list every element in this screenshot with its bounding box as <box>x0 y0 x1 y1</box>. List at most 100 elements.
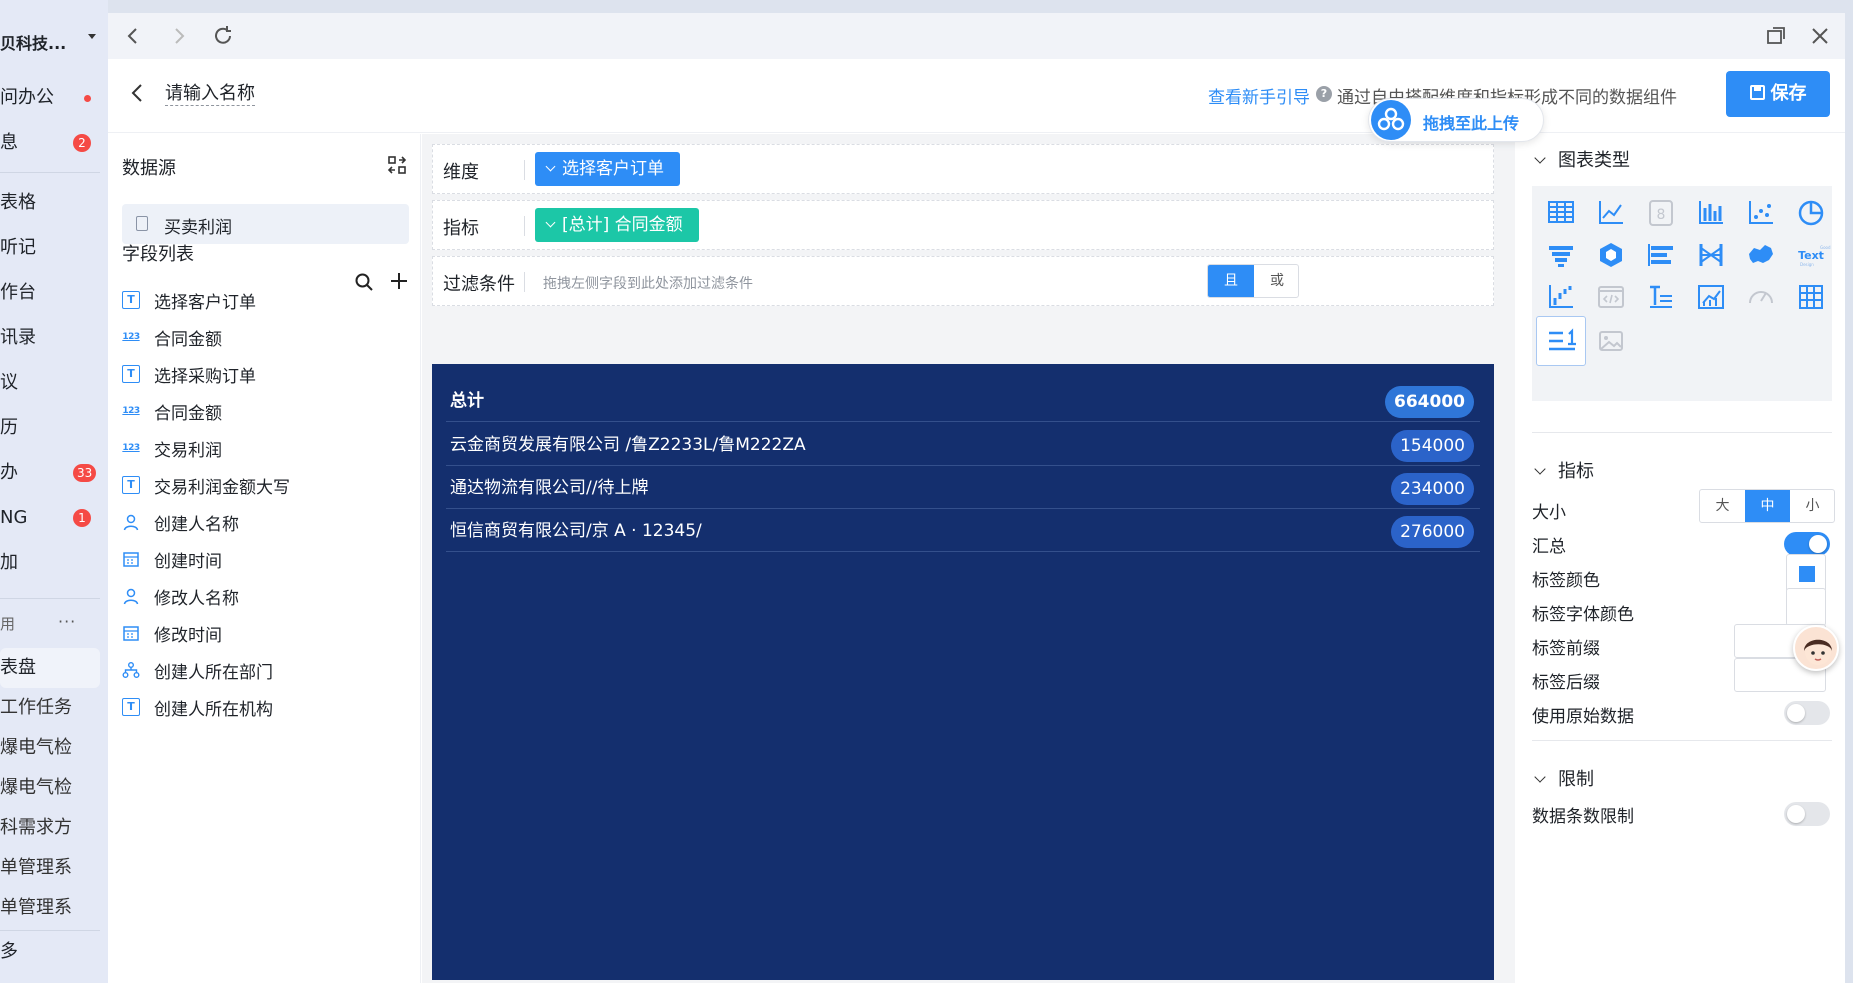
browser-toolbar <box>108 13 1845 59</box>
guide-link[interactable]: 查看新手引导 <box>1208 83 1310 108</box>
field-item[interactable]: T 选择采购订单 <box>122 356 412 393</box>
waterfall-icon[interactable] <box>1536 272 1586 322</box>
number-field-icon: 123 <box>122 443 140 453</box>
label-suffix-label: 标签后缀 <box>1532 673 1600 693</box>
text-list-icon[interactable] <box>1636 272 1686 322</box>
editor-window: 请输入名称 查看新手引导 ? 通过自由搭配维度和指标形成不同的数据组件 保存 数… <box>108 13 1845 983</box>
close-icon[interactable] <box>1807 23 1833 49</box>
org-name: 贝科技... <box>0 34 67 53</box>
label-font-color-swatch[interactable] <box>1786 588 1826 626</box>
metric-list-icon[interactable] <box>1536 316 1586 366</box>
field-item[interactable]: T 选择客户订单 <box>122 282 412 319</box>
field-item[interactable]: 创建时间 <box>122 541 412 578</box>
filter-and-option[interactable]: 且 <box>1208 265 1254 297</box>
datasource-item[interactable]: 买卖利润 <box>122 204 409 244</box>
divider <box>524 160 525 180</box>
row-label: 恒信商贸有限公司/京 A · 12345/ <box>450 521 702 541</box>
assistant-avatar[interactable] <box>1793 625 1839 671</box>
size-medium-option[interactable]: 中 <box>1745 490 1790 522</box>
nav-label: 讯录 <box>0 327 36 348</box>
document-icon <box>136 216 148 231</box>
nav-item-2[interactable]: 表格 <box>0 183 108 223</box>
pivot-table-icon[interactable] <box>1786 272 1836 322</box>
open-external-icon[interactable] <box>1763 23 1789 49</box>
app-label: 科需求方 <box>0 817 72 838</box>
nav-item-0[interactable]: 问办公 <box>0 78 108 118</box>
label-color-label: 标签颜色 <box>1532 571 1600 591</box>
field-item[interactable]: 创建人所在部门 <box>122 652 412 689</box>
limit-section[interactable]: 限制 <box>1532 765 1594 791</box>
filter-or-option[interactable]: 或 <box>1254 265 1298 297</box>
field-item[interactable]: 123 合同金额 <box>122 319 412 356</box>
cloud-upload-icon <box>1371 100 1411 140</box>
component-name-input[interactable]: 请输入名称 <box>165 83 255 106</box>
apps-section-label: 用 <box>0 615 16 633</box>
nav-item-7[interactable]: 历 <box>0 408 108 448</box>
app-item-1[interactable]: 工作任务 <box>0 688 108 728</box>
nav-item-1[interactable]: 息2 <box>0 123 108 163</box>
image-icon[interactable] <box>1586 316 1636 366</box>
summary-toggle[interactable] <box>1784 532 1830 556</box>
nav-item-10[interactable]: 加 <box>0 543 108 583</box>
row-value: 154000 <box>1391 430 1474 462</box>
divider <box>524 272 525 292</box>
row-limit-toggle[interactable] <box>1784 802 1830 826</box>
label-color-swatch[interactable] <box>1786 554 1826 592</box>
total-label: 总计 <box>450 391 484 411</box>
metric-section[interactable]: 指标 <box>1532 457 1594 483</box>
calendar-icon <box>122 624 140 642</box>
switch-datasource-icon[interactable] <box>386 154 408 176</box>
field-item[interactable]: 123 合同金额 <box>122 393 412 430</box>
unread-badge: 2 <box>73 134 91 152</box>
save-button[interactable]: 保存 <box>1726 71 1830 117</box>
forward-arrow-icon[interactable] <box>166 23 192 49</box>
total-value: 664000 <box>1385 386 1474 418</box>
app-item-5[interactable]: 单管理系 <box>0 848 108 888</box>
code-icon[interactable] <box>1586 272 1636 322</box>
divider <box>0 598 100 599</box>
field-item[interactable]: 创建人名称 <box>122 504 412 541</box>
toggle-knob <box>1809 535 1827 553</box>
field-item[interactable]: 修改时间 <box>122 615 412 652</box>
help-icon[interactable]: ? <box>1316 86 1332 102</box>
app-item-3[interactable]: 爆电气检 <box>0 768 108 808</box>
app-item-0[interactable]: 表盘 <box>0 648 100 688</box>
refresh-icon[interactable] <box>210 23 236 49</box>
field-item[interactable]: 修改人名称 <box>122 578 412 615</box>
dimension-label: 维度 <box>443 162 479 183</box>
back-icon[interactable] <box>126 81 150 105</box>
gauge-icon[interactable] <box>1736 272 1786 322</box>
more-icon[interactable]: ··· <box>58 612 76 631</box>
back-arrow-icon[interactable] <box>120 23 146 49</box>
app-item-6[interactable]: 单管理系 <box>0 888 108 928</box>
save-icon <box>1749 85 1765 100</box>
filter-drop-hint[interactable]: 拖拽左侧字段到此处添加过滤条件 <box>543 273 753 293</box>
field-item[interactable]: 123 交易利润 <box>122 430 412 467</box>
nav-item-9[interactable]: NG 1 <box>0 498 108 538</box>
chart-type-section[interactable]: 图表类型 <box>1532 146 1630 172</box>
field-item[interactable]: T 创建人所在机构 <box>122 689 412 726</box>
app-item-4[interactable]: 科需求方 <box>0 808 108 848</box>
raw-data-toggle[interactable] <box>1784 701 1830 725</box>
nav-item-5[interactable]: 讯录 <box>0 318 108 358</box>
row-value: 234000 <box>1391 473 1474 505</box>
dimension-pill[interactable]: 选择客户订单 <box>535 152 680 186</box>
more-label: 多 <box>0 941 18 962</box>
upload-widget[interactable]: 拖拽至此上传 <box>1368 98 1544 142</box>
nav-item-6[interactable]: 议 <box>0 363 108 403</box>
toggle-knob <box>1787 704 1805 722</box>
app-item-2[interactable]: 爆电气检 <box>0 728 108 768</box>
app-label: 表盘 <box>0 657 36 678</box>
nav-item-8[interactable]: 办 33 <box>0 453 108 493</box>
field-item[interactable]: T 交易利润金额大写 <box>122 467 412 504</box>
metric-pill[interactable]: [总计] 合同金额 <box>535 208 699 242</box>
nav-item-4[interactable]: 作台 <box>0 273 108 313</box>
more-apps-button[interactable]: 多 <box>0 932 108 972</box>
size-large-option[interactable]: 大 <box>1700 490 1745 522</box>
nav-item-3[interactable]: 听记 <box>0 228 108 268</box>
org-switcher[interactable]: 贝科技... <box>0 30 108 54</box>
combo-chart-icon[interactable] <box>1686 272 1736 322</box>
size-label: 大小 <box>1532 503 1566 523</box>
metric-row: 指标 [总计] 合同金额 <box>432 200 1494 250</box>
size-small-option[interactable]: 小 <box>1790 490 1834 522</box>
